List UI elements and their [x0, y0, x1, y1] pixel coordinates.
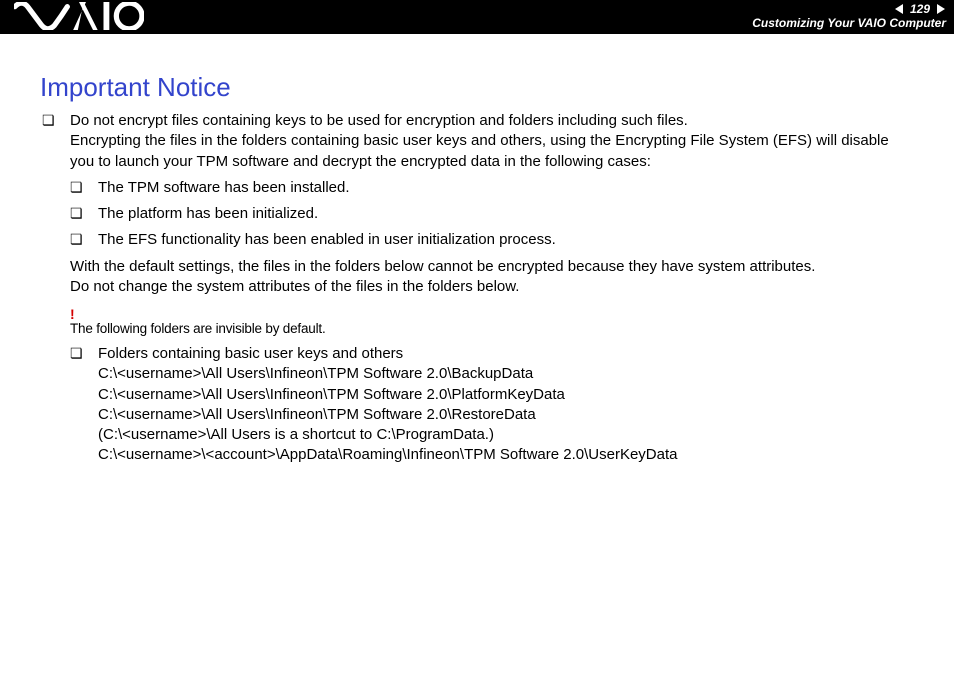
header-nav: 129 Customizing Your VAIO Computer [752, 2, 946, 30]
bullet-text: Do not encrypt files containing keys to … [70, 112, 688, 129]
section-title: Customizing Your VAIO Computer [752, 16, 946, 30]
next-page-arrow-icon[interactable] [934, 3, 946, 15]
list-item: The TPM software has been installed. [70, 178, 914, 198]
paragraph: With the default settings, the files in … [70, 257, 914, 298]
bullet-text: Encrypting the files in the folders cont… [70, 132, 889, 169]
warning-text: The following folders are invisible by d… [70, 321, 914, 336]
sub-list: The TPM software has been installed. The… [70, 178, 914, 251]
list-item: The EFS functionality has been enabled i… [70, 230, 914, 250]
folders-list: Folders containing basic user keys and o… [70, 344, 914, 466]
warning-icon: ! [70, 307, 914, 321]
para-text: With the default settings, the files in … [70, 258, 815, 275]
prev-page-arrow-icon[interactable] [894, 3, 906, 15]
folders-intro: Folders containing basic user keys and o… [98, 345, 403, 362]
page-body: Important Notice Do not encrypt files co… [0, 34, 954, 466]
page-number: 129 [909, 2, 931, 16]
header-bar: 129 Customizing Your VAIO Computer [0, 0, 954, 34]
page-title: Important Notice [40, 72, 914, 103]
para-text: Do not change the system attributes of t… [70, 278, 519, 295]
list-item: The platform has been initialized. [70, 204, 914, 224]
path-text: C:\<username>\All Users\Infineon\TPM Sof… [98, 385, 914, 405]
list-item: Do not encrypt files containing keys to … [40, 111, 914, 172]
sub-item-text: The TPM software has been installed. [98, 179, 350, 196]
list-item: Folders containing basic user keys and o… [70, 344, 914, 466]
path-text: C:\<username>\<account>\AppData\Roaming\… [98, 445, 914, 465]
path-text: C:\<username>\All Users\Infineon\TPM Sof… [98, 405, 914, 425]
main-list: Do not encrypt files containing keys to … [40, 111, 914, 172]
path-text: (C:\<username>\All Users is a shortcut t… [98, 425, 914, 445]
path-text: C:\<username>\All Users\Infineon\TPM Sof… [98, 364, 914, 384]
vaio-logo [14, 2, 144, 30]
sub-item-text: The EFS functionality has been enabled i… [98, 231, 556, 248]
sub-item-text: The platform has been initialized. [98, 205, 318, 222]
